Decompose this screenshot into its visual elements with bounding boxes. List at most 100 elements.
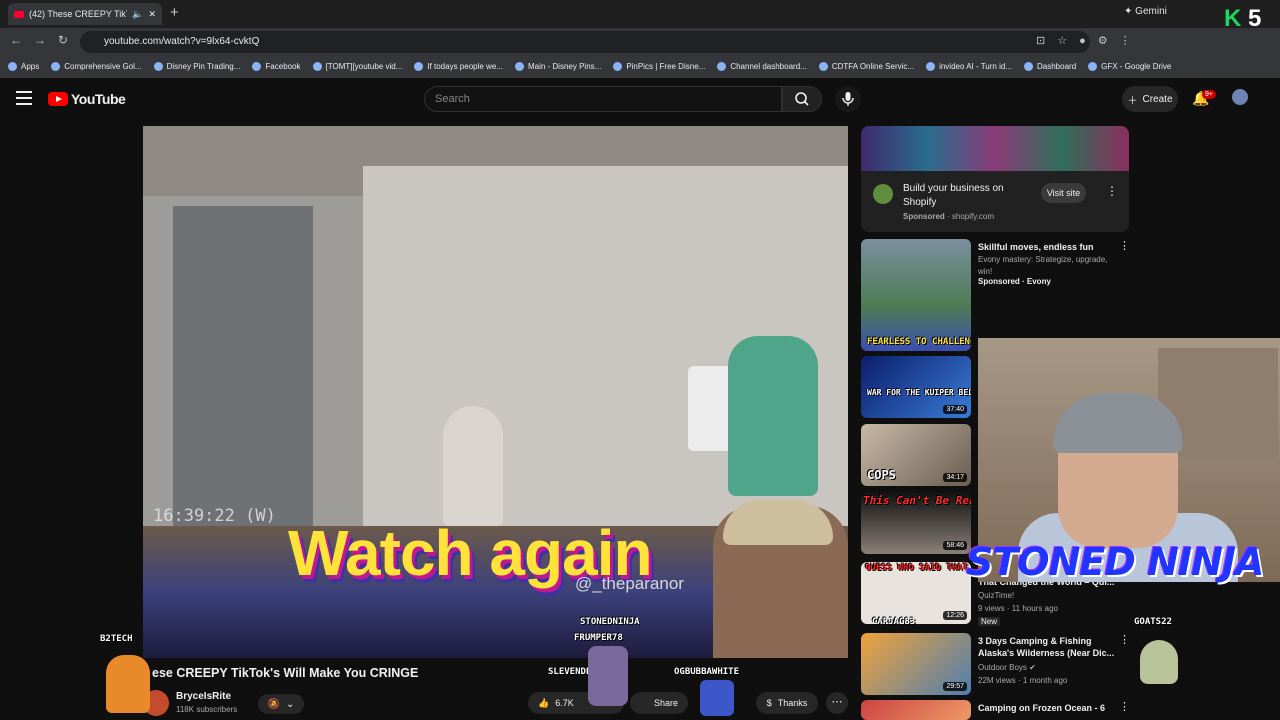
rec-meta: 22M views · 1 month ago <box>978 676 1068 685</box>
subscriber-count: 118K subscribers <box>176 705 238 714</box>
visit-site-button[interactable]: Visit site <box>1041 183 1086 203</box>
search-button[interactable] <box>782 86 822 112</box>
viewer-tag: FRUMPER78 <box>574 633 623 643</box>
bookmark-label: Disney Pin Trading... <box>166 62 241 71</box>
bookmark-item[interactable]: Disney Pin Trading... <box>153 62 241 71</box>
cctv-timestamp: 16:39:22 (W) <box>153 506 276 526</box>
sidebar-ad[interactable]: Build your business on Shopify Sponsored… <box>861 126 1129 232</box>
like-count: 6.7K <box>555 698 574 708</box>
rec-duration: 12:26 <box>943 611 967 620</box>
rec-duration: 29:57 <box>943 682 967 691</box>
thanks-button[interactable]: $ Thanks <box>756 692 818 714</box>
bookmark-label: [TOMT][youtube vid... <box>325 62 403 71</box>
ad-menu-icon[interactable]: ⋮ <box>1106 184 1118 198</box>
bookmark-item[interactable]: GFX - Google Drive <box>1088 62 1171 71</box>
subscribed-button[interactable]: 🔕 ⌄ <box>258 694 304 714</box>
bookmark-favicon-icon <box>514 62 524 71</box>
youtube-favicon-icon <box>14 10 24 18</box>
bookmark-item[interactable]: Comprehensive Gol... <box>51 62 142 71</box>
ad-title: Build your business on Shopify <box>903 183 1004 208</box>
rec-thumbnail: 29:57 <box>861 633 971 695</box>
bookmark-item[interactable]: Dashboard <box>1024 62 1076 71</box>
bookmark-item[interactable]: Channel dashboard... <box>717 62 807 71</box>
bookmarks-bar: Apps Comprehensive Gol... Disney Pin Tradi… <box>0 56 1280 78</box>
speaker-icon[interactable]: 🔈 <box>132 9 143 20</box>
video-title: ese CREEPY TikTok's Will Make You CRINGE <box>152 666 419 680</box>
extensions-icons[interactable]: ⊡☆●⚙⋮ <box>1036 34 1143 47</box>
new-tab-icon[interactable]: + <box>170 4 179 21</box>
gemini-button[interactable]: ✦ Gemini <box>1124 6 1167 17</box>
forward-icon[interactable]: → <box>34 33 46 47</box>
gemini-label: Gemini <box>1135 6 1167 17</box>
video-watermark: @_theparanor <box>575 574 684 593</box>
rec-thumb-text: COPS <box>867 468 896 482</box>
bookmark-favicon-icon <box>1024 62 1033 71</box>
new-badge: New <box>978 617 1001 626</box>
menu-icon[interactable] <box>16 91 32 105</box>
browser-tabbar: (42) These CREEPY TikTok's 🔈 ✕ + ✦ Gemin… <box>0 0 1280 32</box>
rec-menu-icon[interactable]: ⋮ <box>1119 633 1130 646</box>
viewer-tag: B2TECH <box>100 634 133 644</box>
recommendation-item[interactable]: Camping on Frozen Ocean - 6 ⋮ <box>861 700 1130 720</box>
more-actions-icon[interactable]: ⋯ <box>826 692 848 714</box>
bookmark-favicon-icon <box>613 62 623 71</box>
create-button[interactable]: ＋ Create <box>1122 86 1178 112</box>
youtube-logo[interactable]: YouTube <box>48 91 126 107</box>
mic-icon <box>842 92 854 106</box>
rec-thumb-text: WAR FOR THE KUIPER BELT <box>867 388 971 397</box>
bookmark-item[interactable]: Facebook <box>252 62 301 71</box>
video-scene-mannequin <box>443 406 503 526</box>
account-avatar[interactable] <box>1232 89 1248 105</box>
chevron-down-icon: ⌄ <box>286 698 295 710</box>
browser-tab[interactable]: (42) These CREEPY TikTok's 🔈 ✕ <box>8 3 162 25</box>
create-label: Create <box>1142 93 1173 105</box>
thanks-icon: $ <box>766 698 772 708</box>
bookmark-item[interactable]: PinPics | Free Disne... <box>613 62 705 71</box>
bookmark-label: invideo AI - Turn id... <box>939 62 1012 71</box>
rec-channel: Outdoor Boys ✔ <box>978 663 1036 672</box>
search-input[interactable]: Search <box>424 86 782 112</box>
bookmark-favicon-icon <box>717 62 727 71</box>
rec-thumbnail: FEARLESS TO CHALLENGE <box>861 239 971 351</box>
reload-icon[interactable]: ↻ <box>58 33 68 47</box>
recommendation-item[interactable]: FEARLESS TO CHALLENGE Skillful moves, en… <box>861 239 1130 351</box>
rec-menu-icon[interactable]: ⋮ <box>1119 239 1130 252</box>
bookmark-item[interactable]: If todays people we... <box>414 62 503 71</box>
close-tab-icon[interactable]: ✕ <box>148 9 156 20</box>
bookmark-item[interactable]: invideo AI - Turn id... <box>926 62 1012 71</box>
bookmark-item[interactable]: Apps <box>8 62 39 71</box>
rec-menu-icon[interactable]: ⋮ <box>1119 700 1130 713</box>
viewer-tag: OGBUBBAWHITE <box>674 667 740 677</box>
bookmark-item[interactable]: [TOMT][youtube vid... <box>312 62 403 71</box>
bookmark-label: CDTFA Online Servic... <box>831 62 915 71</box>
address-bar[interactable]: youtube.com/watch?v=9lx64-cvktQ <box>80 31 1090 53</box>
tab-title: (42) These CREEPY TikTok's <box>29 9 127 19</box>
rec-thumb-text: GUESS WHO SAID THAT <box>865 563 968 573</box>
bookmark-favicon-icon <box>8 62 17 71</box>
channel-name[interactable]: BryceIsRite <box>176 691 231 702</box>
bookmark-item[interactable]: CDTFA Online Servic... <box>818 62 915 71</box>
back-icon[interactable]: ← <box>10 33 22 47</box>
bookmark-item[interactable]: Main - Disney Pins... <box>514 62 601 71</box>
bookmark-favicon-icon <box>312 62 322 71</box>
bookmark-favicon-icon <box>1088 62 1098 71</box>
share-button[interactable]: Share <box>630 692 688 714</box>
pixel-ufo-sprite-icon <box>1140 640 1178 684</box>
voice-search-button[interactable] <box>835 86 861 112</box>
video-player[interactable]: 16:39:22 (W) Watch again @_theparanor <box>143 126 848 658</box>
rec-meta: 9 views · 11 hours ago <box>978 604 1058 613</box>
rec-sponsor: Sponsored · Evony <box>978 277 1051 286</box>
tiger-sprite-icon <box>106 655 150 713</box>
rec-thumbnail: This Can't Be Real 58:46 <box>861 492 971 554</box>
bookmark-favicon-icon <box>252 62 262 71</box>
rec-channel: QuizTime! <box>978 591 1015 600</box>
rec-duration: 58:46 <box>943 541 967 550</box>
search-icon <box>795 92 809 106</box>
bookmark-label: PinPics | Free Disne... <box>626 62 706 71</box>
bookmark-label: Comprehensive Gol... <box>64 62 142 71</box>
recommendation-item[interactable]: 29:57 3 Days Camping & Fishing Alaska's … <box>861 633 1130 695</box>
shopify-icon <box>873 184 893 204</box>
rec-title: Camping on Frozen Ocean - 6 <box>978 703 1106 713</box>
rec-duration: 34:17 <box>943 473 967 482</box>
video-scene-doorway <box>173 206 313 536</box>
